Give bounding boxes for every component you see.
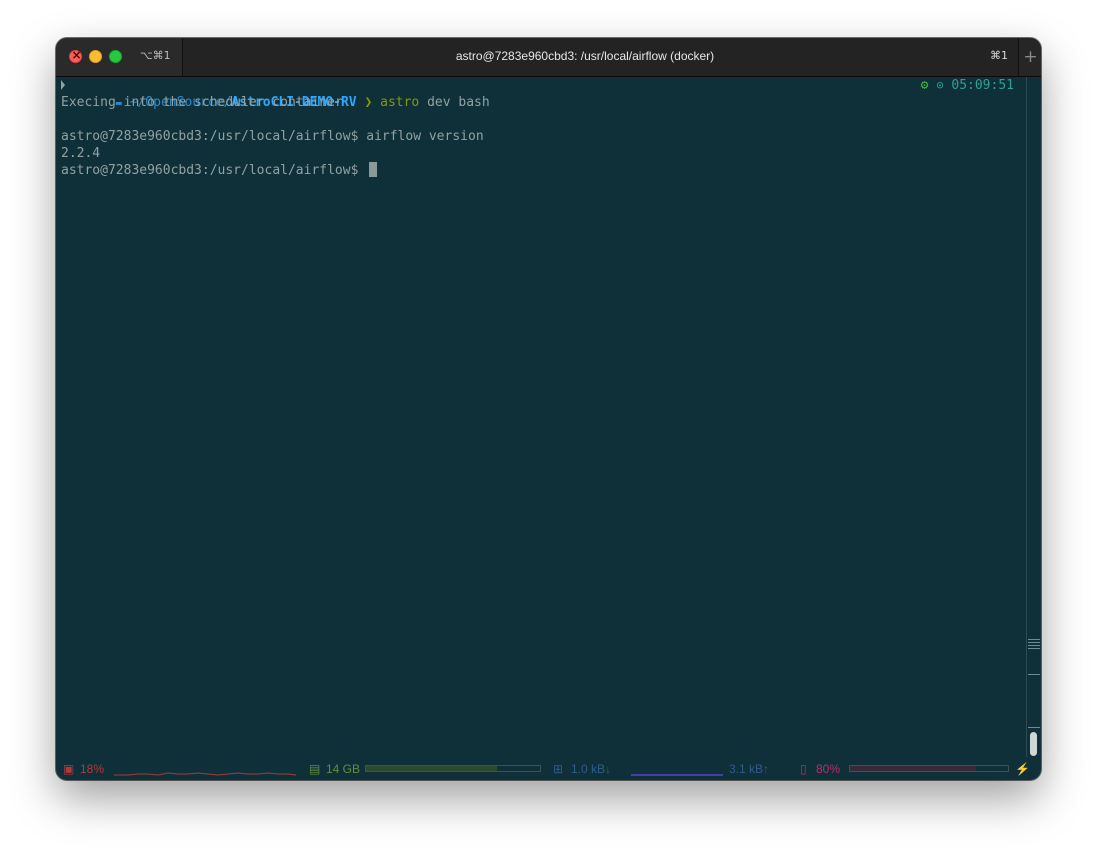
memory-icon: ▤: [309, 762, 321, 776]
battery-level: 80%: [816, 762, 841, 776]
network-sparkline: [631, 774, 723, 776]
typed-command-args: dev bash: [419, 95, 490, 110]
prompt-line: ▬ ~/OpenSource/AstroCLI-DEMO-RV ❯ astro …: [61, 77, 490, 110]
close-button[interactable]: [69, 48, 83, 63]
scrollbar-thumb[interactable]: [1030, 732, 1037, 756]
prompt-segment-edge: [61, 80, 65, 90]
current-prompt-line: astro@7283e960cbd3:/usr/local/airflow$: [61, 162, 378, 179]
prompt-time: 05:09:51: [951, 78, 1014, 93]
scroll-mark: [1028, 727, 1040, 728]
text-cursor: [369, 162, 378, 177]
memory-bar-fill: [366, 766, 497, 771]
tab-shortcut-label: ⌥⌘1: [140, 49, 171, 62]
network-icon: ⊞: [553, 762, 564, 776]
memory-bar: [365, 765, 541, 772]
output-line: astro@7283e960cbd3:/usr/local/airflow$ a…: [61, 129, 484, 144]
network-download: 1.0 kB↓: [571, 762, 612, 776]
scrollbar[interactable]: [1026, 77, 1041, 757]
memory-usage: 14 GB: [326, 762, 361, 776]
status-bar: ▣ 18% ▤ 14 GB ⊞ 1.0 kB↓ 3.1 kB↑ ▯ 80% ⚡: [56, 759, 1041, 780]
scroll-mark: [1028, 642, 1040, 643]
minimize-button[interactable]: [89, 50, 102, 63]
title-bar: ⌥⌘1 astro@7283e960cbd3: /usr/local/airfl…: [56, 38, 1041, 77]
cpu-usage: 18%: [80, 762, 105, 776]
clock-icon: ⊙: [936, 78, 944, 92]
scroll-mark: [1028, 645, 1040, 646]
new-tab-button[interactable]: +: [1018, 38, 1041, 76]
shell-prompt: astro@7283e960cbd3:/usr/local/airflow$: [61, 163, 367, 178]
window-shortcut-label: ⌘1: [990, 49, 1008, 62]
battery-bar-fill: [850, 766, 977, 771]
charging-icon: ⚡: [1015, 762, 1030, 776]
scroll-mark: [1028, 639, 1040, 640]
terminal-content[interactable]: ▬ ~/OpenSource/AstroCLI-DEMO-RV ❯ astro …: [56, 77, 1026, 757]
cpu-sparkline: [114, 772, 296, 776]
tab-active[interactable]: ⌥⌘1: [56, 38, 183, 76]
battery-bar: [849, 765, 1009, 772]
scroll-mark: [1028, 648, 1040, 649]
prompt-right-status: ⚙ ⊙ 05:09:51: [921, 77, 1014, 94]
network-upload: 3.1 kB↑: [729, 762, 770, 776]
output-line: 2.2.4: [61, 146, 101, 161]
typed-command: astro: [380, 95, 420, 110]
scroll-mark: [1028, 674, 1040, 675]
window-title: astro@7283e960cbd3: /usr/local/airflow (…: [455, 49, 715, 63]
gear-icon: ⚙: [920, 78, 929, 93]
battery-icon: ▯: [800, 762, 807, 776]
cpu-icon: ▣: [63, 762, 75, 776]
zoom-button[interactable]: [109, 50, 122, 63]
prompt-chevron-icon: ❯: [364, 95, 373, 110]
output-line: Execing into the scheduler container: [61, 95, 343, 110]
terminal-window: ⌥⌘1 astro@7283e960cbd3: /usr/local/airfl…: [56, 38, 1041, 780]
